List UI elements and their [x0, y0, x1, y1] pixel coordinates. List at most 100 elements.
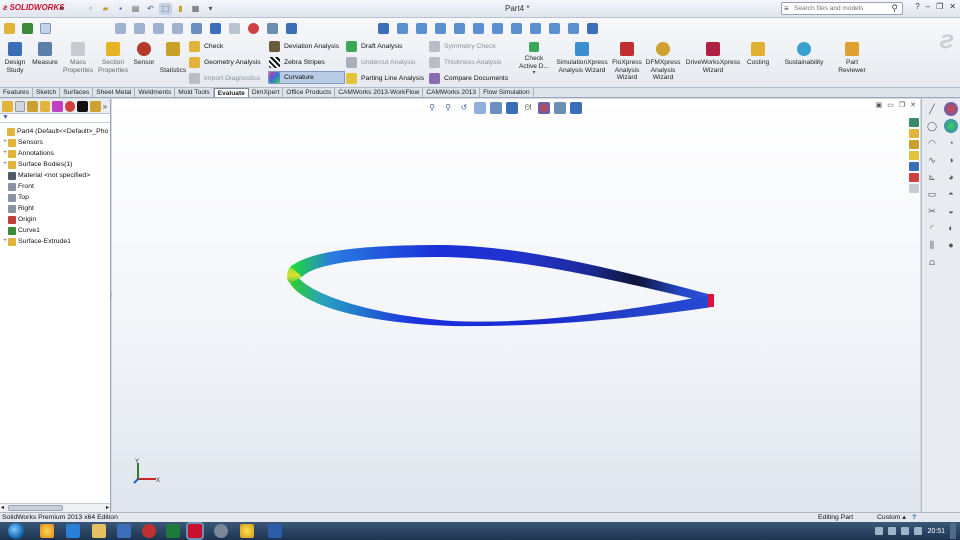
view-setting-icon[interactable] [286, 22, 301, 35]
tray-volume-icon[interactable] [888, 527, 897, 535]
propertymanager-tab-icon[interactable] [14, 100, 26, 112]
tree-node[interactable]: Part4 (Default<<Default>_Pho [0, 126, 110, 137]
appearance-tab-icon[interactable] [64, 100, 76, 112]
open-document-icon[interactable]: ▰ [99, 3, 112, 15]
configurationmanager-tab-icon[interactable] [27, 100, 38, 112]
solidworks-taskbar-icon[interactable] [188, 524, 202, 538]
sustainability-button[interactable]: Sustainability [782, 42, 826, 67]
view-3d-icon[interactable]: ◔ [944, 136, 958, 150]
back-view-icon[interactable] [416, 22, 431, 35]
tab-camworks-workflow[interactable]: CAMWorks 2013-WorkFlow [335, 88, 424, 97]
tree-node[interactable]: Right [0, 203, 110, 214]
tab-dimxpert[interactable]: DimXpert [249, 88, 284, 97]
spline-icon[interactable]: ∿ [925, 153, 939, 167]
word-icon[interactable] [268, 524, 282, 538]
thickness-analysis-button[interactable]: Thickness Analysis [429, 56, 501, 69]
tree-node[interactable]: Top [0, 192, 110, 203]
print-icon[interactable]: ▤ [129, 3, 142, 15]
mirror-icon[interactable]: ⫼ [925, 238, 939, 252]
single-view-icon[interactable] [568, 22, 583, 35]
part-reviewer-button[interactable]: Part Reviewer [834, 42, 870, 74]
camworks-operation-tab-icon[interactable] [90, 100, 101, 112]
draft-analysis-button[interactable]: Draft Analysis [346, 40, 403, 53]
smart-dimension-icon[interactable]: ⊾ [925, 170, 939, 184]
media-player-icon[interactable] [117, 524, 131, 538]
game-icon[interactable] [240, 524, 254, 538]
appearance-icon[interactable] [248, 22, 263, 35]
deviation-analysis-button[interactable]: Deviation Analysis [269, 40, 339, 53]
camworks-tab-icon[interactable] [77, 100, 89, 112]
isometric-view-icon[interactable] [511, 22, 526, 35]
tab-office-products[interactable]: Office Products [283, 88, 336, 97]
minimize-icon[interactable]: – [926, 2, 930, 11]
tab-sketch[interactable]: Sketch [33, 88, 61, 97]
link-views-icon[interactable] [587, 22, 602, 35]
costing-button[interactable]: Costing [743, 42, 773, 67]
show-desktop-button[interactable] [950, 523, 956, 539]
taskpane-view-palette-icon[interactable] [909, 162, 919, 171]
menu-expand-arrow[interactable]: ▸ [60, 4, 64, 12]
help-icon[interactable]: ? [915, 2, 919, 11]
view-top-icon[interactable]: ◓ [944, 187, 958, 201]
taskpane-design-library-icon[interactable] [909, 129, 919, 138]
search-box[interactable]: ≡ ⚲ [781, 2, 903, 15]
tree-node[interactable]: + Surface Bodies(1) [0, 159, 110, 170]
rebuild-toolbar-icon[interactable] [22, 22, 37, 35]
parting-line-analysis-button[interactable]: Parting Line Analysis [346, 72, 424, 85]
excel-icon[interactable] [166, 524, 180, 538]
scroll-thumb[interactable] [8, 505, 63, 511]
bottom-view-icon[interactable] [492, 22, 507, 35]
taskpane-custom-properties-icon[interactable] [909, 184, 919, 193]
tree-node[interactable]: Material <not specified> [0, 170, 110, 181]
tray-action-center-icon[interactable] [901, 527, 910, 535]
file-explorer-icon[interactable] [92, 524, 106, 538]
units-dropdown-icon[interactable]: ▴ [902, 514, 905, 521]
dimetric-view-icon[interactable] [549, 22, 564, 35]
featuremanager-tab-icon[interactable] [2, 100, 13, 112]
taskpane-file-explorer-icon[interactable] [909, 140, 919, 149]
chrome-icon[interactable] [40, 524, 54, 538]
view-front-icon[interactable]: ◑ [944, 153, 958, 167]
trim-icon[interactable]: ✂ [925, 204, 939, 218]
right-view-icon[interactable] [454, 22, 469, 35]
tab-mold-tools[interactable]: Mold Tools [175, 88, 214, 97]
internet-explorer-icon[interactable] [66, 524, 80, 538]
import-diagnostics-button[interactable]: Import Diagnostics [189, 72, 260, 85]
undo-icon[interactable]: ↶ [144, 3, 157, 15]
section-properties-button[interactable]: Section Properties [96, 42, 130, 74]
horizontal-scrollbar[interactable]: ◂ ▸ [0, 503, 110, 512]
displaymanager-tab-icon[interactable] [52, 100, 63, 112]
media-app-icon[interactable] [142, 524, 156, 538]
tree-node[interactable]: Origin [0, 214, 110, 225]
fillet-icon[interactable]: ◜ [925, 221, 939, 235]
sketch-line-icon[interactable]: ╱ [925, 102, 939, 116]
tab-camworks[interactable]: CAMWorks 2013 [423, 88, 481, 97]
circle-icon[interactable]: ◯ [925, 119, 939, 133]
dfmxpress-button[interactable]: DFMXpress Analysis Wizard [645, 42, 681, 82]
simulationxpress-button[interactable]: SimulationXpress Analysis Wizard [555, 42, 609, 74]
solidworks-logo[interactable]: ƨ SOLIDWORKS [3, 3, 65, 12]
tab-sheet-metal[interactable]: Sheet Metal [93, 88, 136, 97]
tray-network-icon[interactable] [875, 527, 884, 535]
restore-icon[interactable]: ❐ [936, 2, 943, 11]
scene-icon[interactable] [267, 22, 282, 35]
check-active-document-button[interactable]: Check Active D... ▾ [516, 42, 552, 78]
floxpress-button[interactable]: FloXpress Analysis Wizard [611, 42, 643, 82]
file-properties-icon[interactable]: ▦ [189, 3, 202, 15]
symmetry-check-button[interactable]: Symmetry Check [429, 40, 496, 53]
options-toolbar-icon[interactable] [4, 22, 19, 35]
scroll-left-icon[interactable]: ◂ [1, 504, 4, 511]
rectangle-icon[interactable]: ▭ [925, 187, 939, 201]
display-style-icon[interactable] [210, 22, 225, 35]
pan-icon[interactable] [153, 22, 168, 35]
statistics-button[interactable]: Statistics [158, 42, 188, 75]
check-button[interactable]: Check [189, 40, 223, 53]
normal-to-icon[interactable] [378, 22, 393, 35]
taskpane-resources-icon[interactable] [909, 118, 919, 127]
tree-node[interactable]: Curve1 [0, 225, 110, 236]
graphics-area[interactable]: ⚲ ⚲ ↺ ᘛ ▣ ▭ ❐ ✕ Y X [112, 99, 920, 512]
appearance-palette-icon[interactable] [944, 102, 958, 116]
measure-button[interactable]: Measure [30, 42, 60, 67]
front-view-icon[interactable] [397, 22, 412, 35]
taskpane-appearances-icon[interactable] [909, 173, 919, 182]
